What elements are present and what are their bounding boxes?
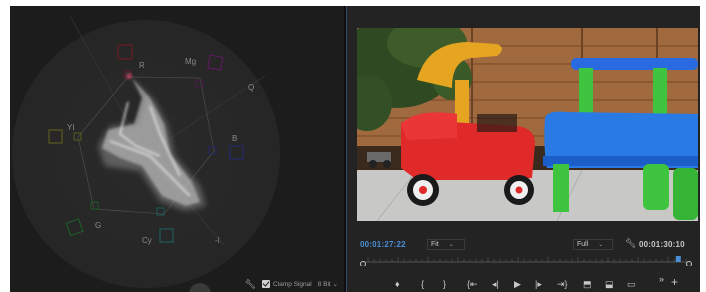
marker-icon[interactable]: ♦ (395, 278, 400, 290)
lumetri-scopes-panel: R Mg Q B YI G Cy -I 🔧︎ Clamp Signal 8 Bi… (10, 6, 344, 292)
duration-timecode: 00:01:30:10 (639, 240, 685, 249)
go-to-out-icon[interactable]: ⇥} (557, 278, 568, 290)
zoom-level-value: Fit (431, 241, 439, 248)
checkbox-icon[interactable] (262, 280, 271, 288)
label-r: R (139, 61, 145, 70)
editor-window: R Mg Q B YI G Cy -I 🔧︎ Clamp Signal 8 Bi… (10, 6, 700, 292)
label-mg: Mg (185, 57, 196, 66)
playback-resolution-value: Full (577, 241, 589, 248)
chevron-down-icon: ⌄ (332, 281, 338, 288)
trace-highlight (126, 73, 132, 79)
step-forward-icon[interactable]: |▸ (535, 278, 542, 290)
label-i: -I (215, 236, 220, 245)
mark-in-icon[interactable]: { (421, 278, 424, 290)
wrench-icon[interactable]: 🔧︎ (625, 238, 636, 249)
scope-footer: 🔧︎ Clamp Signal 8 Bit ⌄ (10, 276, 344, 292)
chevron-down-icon: ⌄ (448, 242, 454, 248)
step-back-icon[interactable]: ◂| (492, 278, 499, 290)
clamp-signal-toggle[interactable]: Clamp Signal (262, 280, 312, 288)
label-yl: YI (67, 123, 75, 132)
in-point-handle[interactable] (360, 261, 366, 267)
label-g: G (95, 221, 101, 230)
extract-icon[interactable]: ⬓ (605, 278, 614, 290)
label-cy: Cy (142, 236, 152, 245)
bit-depth-select[interactable]: 8 Bit ⌄ (318, 280, 338, 288)
vectorscope: R Mg Q B YI G Cy -I (12, 15, 280, 292)
label-b: B (232, 134, 237, 143)
zoom-level-select[interactable]: Fit ⌄ (427, 239, 465, 250)
wrench-icon[interactable]: 🔧︎ (245, 279, 256, 290)
playhead[interactable] (675, 256, 681, 262)
playback-resolution-select[interactable]: Full ⌄ (573, 239, 613, 250)
time-ruler[interactable] (360, 256, 692, 266)
chevron-down-icon: ⌄ (598, 242, 604, 248)
bit-depth-value: 8 Bit (317, 281, 331, 288)
export-frame-icon[interactable]: ▭ (627, 278, 636, 290)
clamp-signal-label: Clamp Signal (273, 280, 312, 288)
add-button-icon[interactable]: + (671, 276, 678, 288)
current-timecode[interactable]: 00:01:27:22 (360, 240, 406, 249)
play-icon[interactable]: ▶ (514, 278, 521, 290)
label-q: Q (248, 83, 254, 92)
lift-icon[interactable]: ⬒ (583, 278, 592, 290)
video-preview[interactable] (357, 28, 698, 221)
mark-out-icon[interactable]: } (443, 278, 446, 290)
go-to-in-icon[interactable]: {⇤ (467, 278, 478, 290)
video-frame-image (357, 28, 698, 221)
transport-controls: ♦ { } {⇤ ◂| ▶ |▸ ⇥} ⬒ ⬓ ▭ » + (347, 273, 700, 292)
monitor-timebar: 00:01:27:22 Fit ⌄ Full ⌄ 🔧︎ 00:01:30:10 (347, 237, 700, 253)
more-icon[interactable]: » (659, 273, 664, 285)
out-point-handle[interactable] (686, 261, 692, 267)
program-monitor: 00:01:27:22 Fit ⌄ Full ⌄ 🔧︎ 00:01:30:10 … (347, 6, 700, 292)
